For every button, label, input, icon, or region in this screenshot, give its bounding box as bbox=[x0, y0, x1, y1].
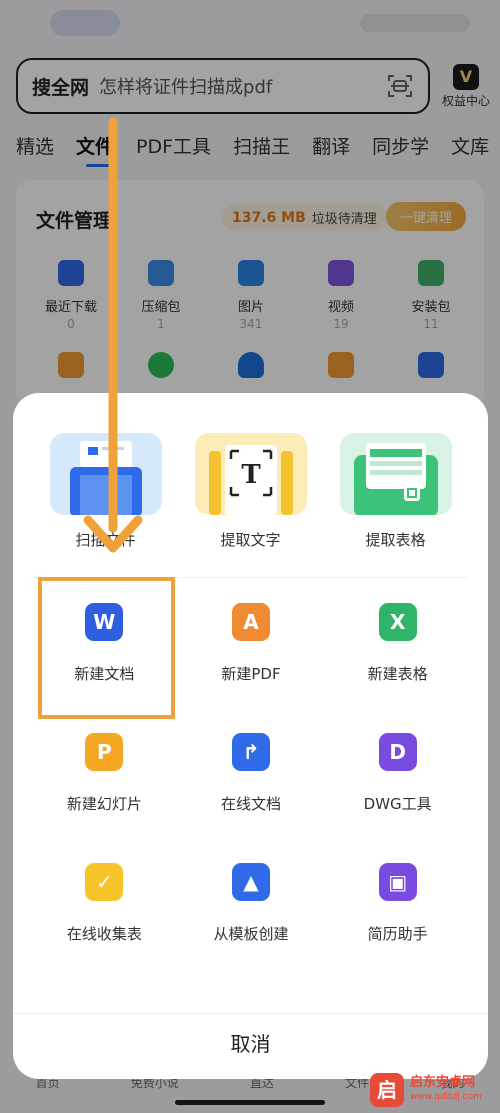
online-form-button[interactable]: ✓ 在线收集表 bbox=[31, 863, 178, 951]
new-slides-button[interactable]: P 新建幻灯片 bbox=[31, 733, 178, 821]
from-template-button[interactable]: ▲ 从模板创建 bbox=[178, 863, 325, 951]
collect-form-icon: ✓ bbox=[85, 863, 124, 901]
highlight-box bbox=[38, 577, 175, 719]
excel-icon: X bbox=[378, 603, 417, 641]
item-label: 新建表格 bbox=[367, 665, 428, 683]
scan-doc-icon bbox=[49, 433, 162, 515]
watermark-name: 启东安卓网 bbox=[410, 1075, 476, 1090]
item-label: DWG工具 bbox=[363, 795, 432, 813]
svg-text:T: T bbox=[241, 460, 261, 490]
online-document-button[interactable]: ↱ 在线文档 bbox=[178, 733, 325, 821]
site-watermark: 启 启东安卓网 www.qdltdj.com bbox=[370, 1070, 500, 1110]
tool-label: 提取表格 bbox=[365, 531, 426, 549]
table-extract-icon bbox=[339, 433, 452, 515]
watermark-url: www.qdltdj.com bbox=[410, 1092, 482, 1102]
new-spreadsheet-button[interactable]: X 新建表格 bbox=[324, 603, 471, 691]
online-doc-icon: ↱ bbox=[231, 733, 270, 771]
pdf-icon: A bbox=[231, 603, 270, 641]
tool-label: 扫描文件 bbox=[75, 531, 136, 549]
tool-extract-text[interactable]: T 提取文字 bbox=[194, 433, 307, 550]
template-icon: ▲ bbox=[231, 863, 270, 901]
item-label: 从模板创建 bbox=[213, 925, 289, 943]
new-pdf-button[interactable]: A 新建PDF bbox=[178, 603, 325, 691]
item-label: 新建PDF bbox=[221, 665, 281, 683]
item-label: 简历助手 bbox=[367, 925, 428, 943]
tool-scan-file[interactable]: 扫描文件 bbox=[49, 433, 162, 550]
dwg-tool-button[interactable]: D DWG工具 bbox=[324, 733, 471, 821]
ppt-icon: P bbox=[85, 733, 124, 771]
dwg-icon: D bbox=[378, 733, 417, 771]
resume-assistant-button[interactable]: ▣ 简历助手 bbox=[324, 863, 471, 951]
item-label: 在线收集表 bbox=[66, 925, 142, 943]
item-label: 在线文档 bbox=[220, 795, 281, 813]
watermark-logo: 启 bbox=[370, 1073, 404, 1107]
tool-label: 提取文字 bbox=[220, 531, 281, 549]
item-label: 新建幻灯片 bbox=[66, 795, 142, 813]
watermark-text: 启东安卓网 www.qdltdj.com bbox=[410, 1076, 482, 1104]
create-sheet: 扫描文件 T 提取文字 提取表格 W 新建文档 A 新建PDF X 新建表格 P… bbox=[13, 393, 488, 1079]
resume-icon: ▣ bbox=[378, 863, 417, 901]
tool-row: 扫描文件 T 提取文字 提取表格 bbox=[13, 433, 488, 550]
tool-extract-table[interactable]: 提取表格 bbox=[339, 433, 452, 550]
text-extract-icon: T bbox=[194, 433, 307, 515]
